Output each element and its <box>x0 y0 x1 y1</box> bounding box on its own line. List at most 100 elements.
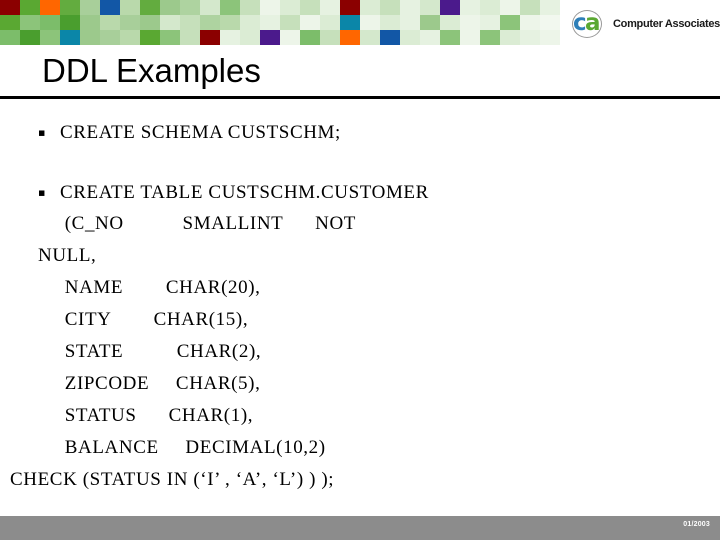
footer-date: 01/2003 <box>683 521 710 528</box>
square-bullet-icon: ▪ <box>38 186 46 199</box>
mosaic-tile <box>120 30 140 45</box>
mosaic-tile <box>100 0 120 15</box>
mosaic-tile <box>0 30 20 45</box>
mosaic-tile <box>380 15 400 30</box>
mosaic-tile <box>100 15 120 30</box>
mosaic-tile <box>0 0 20 15</box>
mosaic-decoration <box>0 0 560 45</box>
mosaic-tile <box>360 30 380 45</box>
mosaic-tile <box>240 30 260 45</box>
mosaic-tile <box>520 15 540 30</box>
mosaic-tile <box>300 30 320 45</box>
mosaic-tile <box>100 30 120 45</box>
mosaic-tile <box>340 30 360 45</box>
mosaic-tile <box>360 0 380 15</box>
code-line: NULL, <box>38 245 97 266</box>
mosaic-tile <box>200 15 220 30</box>
code-line: STATE CHAR(2), <box>38 341 262 362</box>
ca-logo-mark: c a <box>568 9 608 39</box>
mosaic-tile <box>240 15 260 30</box>
header-band: c a Computer Associates™ <box>0 0 720 45</box>
ca-logo: c a Computer Associates™ <box>568 8 720 40</box>
mosaic-tile <box>140 30 160 45</box>
mosaic-tile <box>220 15 240 30</box>
mosaic-tile <box>460 30 480 45</box>
mosaic-tile <box>120 0 140 15</box>
mosaic-tile <box>540 30 560 45</box>
mosaic-tile <box>480 30 500 45</box>
mosaic-tile <box>400 0 420 15</box>
mosaic-tile <box>240 0 260 15</box>
page-title: DDL Examples <box>42 52 261 89</box>
mosaic-tile <box>80 15 100 30</box>
mosaic-tile <box>180 0 200 15</box>
mosaic-tile <box>280 15 300 30</box>
mosaic-tile <box>500 30 520 45</box>
mosaic-tile <box>20 30 40 45</box>
mosaic-tile <box>80 30 100 45</box>
mosaic-tile <box>520 0 540 15</box>
code-text: CREATE SCHEMA CUSTSCHM; <box>60 122 341 143</box>
mosaic-tile <box>300 0 320 15</box>
mosaic-tile <box>400 15 420 30</box>
list-item: ▪ CREATE TABLE CUSTSCHM.CUSTOMER <box>0 178 720 208</box>
mosaic-tile <box>160 0 180 15</box>
mosaic-tile <box>500 0 520 15</box>
mosaic-tile <box>60 0 80 15</box>
mosaic-tile <box>200 0 220 15</box>
mosaic-tile <box>500 15 520 30</box>
mosaic-tile <box>220 30 240 45</box>
mosaic-tile <box>340 15 360 30</box>
ca-logo-name: Computer Associates <box>613 18 720 30</box>
mosaic-tile <box>480 15 500 30</box>
mosaic-tile <box>180 30 200 45</box>
mosaic-tile <box>220 0 240 15</box>
mosaic-tile <box>360 15 380 30</box>
mosaic-tile <box>200 30 220 45</box>
mosaic-tile <box>320 0 340 15</box>
mosaic-tile <box>460 0 480 15</box>
mosaic-tile <box>280 0 300 15</box>
footer-bar: 01/2003 <box>0 516 720 540</box>
code-line: NAME CHAR(20), <box>38 277 261 298</box>
slide-body: ▪ CREATE SCHEMA CUSTSCHM; ▪ CREATE TABLE… <box>0 118 720 496</box>
code-line: BALANCE DECIMAL(10,2) <box>38 437 326 458</box>
mosaic-tile <box>80 0 100 15</box>
mosaic-tile <box>260 15 280 30</box>
mosaic-tile <box>440 15 460 30</box>
mosaic-tile <box>40 30 60 45</box>
mosaic-tile <box>280 30 300 45</box>
mosaic-tile <box>20 15 40 30</box>
mosaic-tile <box>440 0 460 15</box>
mosaic-tile <box>380 30 400 45</box>
code-line: STATUS CHAR(1), <box>38 405 254 426</box>
mosaic-tile <box>380 0 400 15</box>
mosaic-tile <box>520 30 540 45</box>
mosaic-tile <box>260 30 280 45</box>
mosaic-tile <box>140 0 160 15</box>
code-line: CHECK (STATUS IN (‘I’ , ‘A’, ‘L’) ) ); <box>10 469 335 490</box>
mosaic-tile <box>0 15 20 30</box>
mosaic-tile <box>420 0 440 15</box>
mosaic-tile <box>60 15 80 30</box>
mosaic-tile <box>120 15 140 30</box>
mosaic-tile <box>540 0 560 15</box>
code-text: CREATE TABLE CUSTSCHM.CUSTOMER <box>60 182 429 203</box>
code-line: (C_NO SMALLINT NOT <box>38 213 356 234</box>
mosaic-tile <box>40 0 60 15</box>
code-line: ZIPCODE CHAR(5), <box>38 373 261 394</box>
logo-letter-a: a <box>585 10 601 36</box>
mosaic-tile <box>400 30 420 45</box>
mosaic-tile <box>320 30 340 45</box>
list-item: ▪ CREATE SCHEMA CUSTSCHM; <box>0 118 720 148</box>
mosaic-tile <box>460 15 480 30</box>
mosaic-tile <box>300 15 320 30</box>
ca-logo-wordmark: Computer Associates™ <box>613 18 720 30</box>
square-bullet-icon: ▪ <box>38 126 46 139</box>
mosaic-tile <box>40 15 60 30</box>
mosaic-tile <box>260 0 280 15</box>
title-divider <box>0 96 720 99</box>
mosaic-tile <box>420 15 440 30</box>
mosaic-tile <box>420 30 440 45</box>
